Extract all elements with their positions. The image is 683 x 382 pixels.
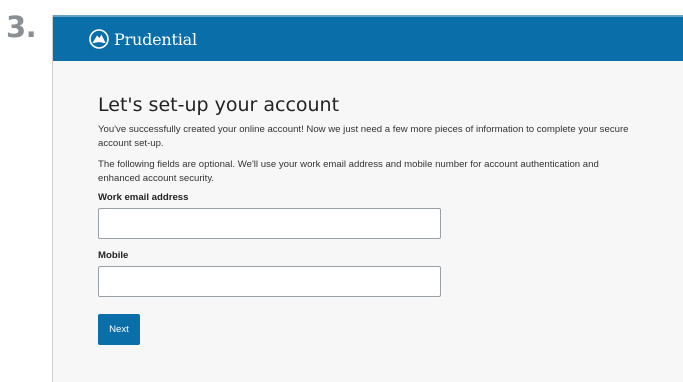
brand-name: Prudential bbox=[114, 29, 197, 49]
header-bar: Prudential bbox=[53, 15, 683, 61]
work-email-input[interactable] bbox=[98, 208, 441, 239]
rock-logo-icon bbox=[89, 29, 109, 49]
step-number: 3. bbox=[6, 10, 37, 44]
intro-text: You've successfully created your online … bbox=[98, 124, 629, 149]
app-window: Prudential Let's set-up your account You… bbox=[52, 15, 683, 382]
page-title: Let's set-up your account bbox=[98, 94, 340, 116]
brand-logo[interactable]: Prudential bbox=[89, 29, 197, 49]
mobile-label: Mobile bbox=[98, 250, 129, 261]
setup-form: Let's set-up your account You've success… bbox=[53, 61, 683, 345]
work-email-label: Work email address bbox=[98, 192, 189, 203]
next-button[interactable]: Next bbox=[98, 314, 140, 345]
optional-note: The following fields are optional. We'll… bbox=[98, 159, 599, 184]
mobile-input[interactable] bbox=[98, 266, 441, 297]
